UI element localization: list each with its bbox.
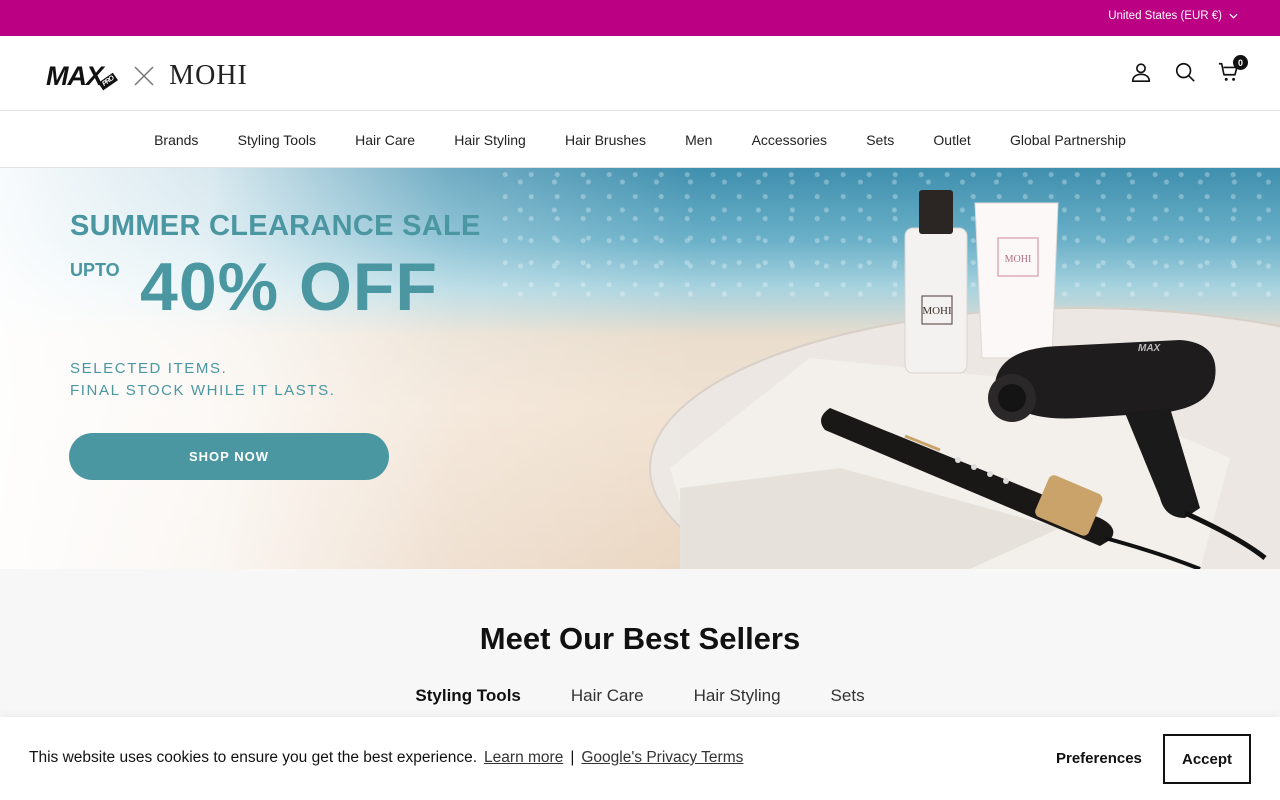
nav-item-outlet[interactable]: Outlet bbox=[914, 132, 991, 148]
best-sellers-tabs: Styling Tools Hair Care Hair Styling Set… bbox=[0, 686, 1280, 706]
svg-text:MOHI: MOHI bbox=[922, 305, 952, 317]
svg-text:MOHI: MOHI bbox=[1005, 254, 1032, 265]
hero-subtitle-1: SELECTED ITEMS. bbox=[70, 360, 228, 377]
cookie-message: This website uses cookies to ensure you … bbox=[29, 749, 478, 766]
nav-item-hair-brushes[interactable]: Hair Brushes bbox=[545, 132, 665, 148]
hero-upto-label: UPTO bbox=[70, 260, 120, 280]
privacy-terms-link[interactable]: Google's Privacy Terms bbox=[581, 749, 743, 767]
tab-sets[interactable]: Sets bbox=[831, 686, 865, 706]
best-sellers-heading: Meet Our Best Sellers bbox=[479, 621, 801, 656]
hero-banner[interactable]: MOHI MOHI MAX SUMMER CLEARANCE SALE UPTO… bbox=[0, 168, 1280, 569]
nav-item-hair-styling[interactable]: Hair Styling bbox=[435, 132, 546, 148]
nav-item-sets[interactable]: Sets bbox=[847, 132, 914, 148]
site-header: MAXPRO MOHI 0 bbox=[0, 36, 1280, 111]
nav-item-accessories[interactable]: Accessories bbox=[732, 132, 847, 148]
learn-more-link[interactable]: Learn more bbox=[484, 749, 563, 767]
collab-x-icon bbox=[134, 66, 154, 86]
chevron-down-icon bbox=[1229, 13, 1238, 19]
hero-discount: 40% OFF bbox=[140, 249, 438, 325]
tab-hair-care[interactable]: Hair Care bbox=[571, 686, 644, 706]
country-selector[interactable]: United States (EUR €) bbox=[1108, 10, 1238, 22]
tab-hair-styling[interactable]: Hair Styling bbox=[694, 686, 781, 706]
cart-icon[interactable]: 0 bbox=[1218, 55, 1248, 83]
account-icon[interactable] bbox=[1130, 61, 1152, 83]
main-navigation: Brands Styling Tools Hair Care Hair Styl… bbox=[0, 111, 1280, 168]
accept-button[interactable]: Accept bbox=[1163, 734, 1251, 784]
mohi-logo: MOHI bbox=[169, 60, 248, 91]
search-icon[interactable] bbox=[1174, 61, 1196, 83]
nav-item-brands[interactable]: Brands bbox=[134, 132, 218, 148]
country-label: United States (EUR €) bbox=[1108, 10, 1222, 22]
preferences-button[interactable]: Preferences bbox=[1056, 750, 1142, 767]
nav-item-styling-tools[interactable]: Styling Tools bbox=[218, 132, 336, 148]
cart-count-badge: 0 bbox=[1233, 55, 1248, 70]
nav-item-global-partnership[interactable]: Global Partnership bbox=[990, 132, 1145, 148]
tab-styling-tools[interactable]: Styling Tools bbox=[415, 686, 520, 706]
nav-item-men[interactable]: Men bbox=[666, 132, 732, 148]
svg-text:MAX: MAX bbox=[1138, 343, 1162, 354]
max-pro-logo: MAXPRO bbox=[46, 61, 119, 92]
cookie-separator: | bbox=[570, 749, 575, 766]
cookie-banner: This website uses cookies to ensure you … bbox=[0, 717, 1280, 800]
shop-now-button[interactable]: SHOP NOW bbox=[69, 433, 389, 480]
hero-product-image: MOHI MOHI MAX bbox=[649, 190, 1280, 569]
site-logo[interactable]: MAXPRO MOHI bbox=[46, 60, 248, 92]
announcement-bar: United States (EUR €) bbox=[0, 0, 1280, 36]
nav-item-hair-care[interactable]: Hair Care bbox=[336, 132, 435, 148]
hero-title: SUMMER CLEARANCE SALE bbox=[70, 210, 481, 242]
hero-subtitle-2: FINAL STOCK WHILE IT LASTS. bbox=[70, 382, 336, 399]
